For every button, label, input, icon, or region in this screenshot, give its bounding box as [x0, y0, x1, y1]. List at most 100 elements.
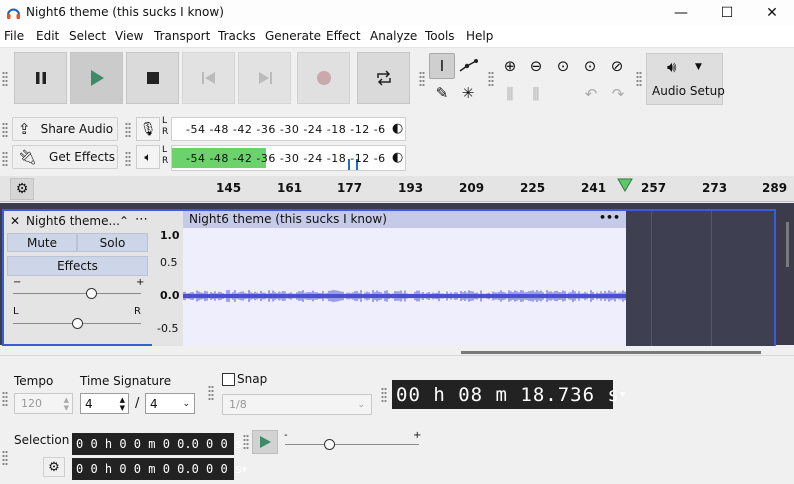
menu-file[interactable]: File	[4, 29, 24, 43]
play-at-speed-button[interactable]	[252, 430, 278, 454]
play-meter-clip-icon: ◐	[392, 150, 404, 165]
audio-setup-grip[interactable]	[636, 71, 642, 87]
timeline-ruler[interactable]	[0, 176, 794, 202]
menu-effect[interactable]: Effect	[326, 29, 361, 43]
playback-speed-knob[interactable]	[324, 439, 335, 450]
menu-edit[interactable]: Edit	[36, 29, 59, 43]
effects-button[interactable]: Effects	[7, 256, 148, 276]
track-menu-button[interactable]: ⋯	[135, 212, 148, 227]
selection-start-time[interactable]: 0 0 h 0 0 m 0 0.0 0 0 s ▼	[72, 433, 247, 455]
envelope-tool[interactable]	[455, 53, 481, 79]
microphone-icon: 🎙︎	[139, 121, 157, 137]
play-meter-grip[interactable]	[125, 151, 131, 167]
maximize-button[interactable]: ☐	[704, 0, 750, 25]
skip-start-icon	[201, 72, 215, 84]
record-meter-button[interactable]: 🎙︎	[136, 117, 160, 141]
loop-button[interactable]	[357, 52, 410, 104]
time-display[interactable]: 00 h 08 m 18.736 s ▼	[392, 380, 625, 409]
fit-selection-button[interactable]: ⊙	[550, 53, 576, 79]
play-speed-grip[interactable]	[243, 434, 249, 450]
get-effects-label: Get Effects	[49, 150, 116, 164]
selection-end-time[interactable]: 0 0 h 0 0 m 0 0.0 0 0 s ▼	[72, 458, 247, 480]
dropdown-arrow-icon[interactable]: ▼	[242, 465, 247, 474]
share-grip[interactable]	[2, 122, 8, 138]
vertical-scrollbar[interactable]	[786, 222, 789, 267]
draw-tool[interactable]: ✎	[429, 80, 455, 106]
redo-button[interactable]: ↷	[605, 81, 631, 107]
effects-grip[interactable]	[2, 151, 8, 167]
track-name[interactable]: Night6 theme...	[26, 214, 120, 228]
empty-track-area[interactable]	[626, 211, 774, 346]
vertical-amplitude-ruler[interactable]: 1.0 0.5 0.0 -0.5	[152, 211, 183, 346]
solo-button[interactable]: Solo	[77, 233, 148, 252]
playback-meter[interactable]: -54 -48 -42 -36 -30 -24 -18 -12 -6 ◐	[171, 145, 406, 171]
toolbar-grip[interactable]	[2, 71, 8, 87]
gain-slider-track[interactable]	[13, 293, 141, 294]
selection-grip[interactable]	[2, 450, 8, 466]
close-track-button[interactable]: ✕	[10, 214, 20, 228]
time-grip[interactable]	[381, 387, 387, 403]
fit-project-button[interactable]: ⊙	[577, 53, 603, 79]
menu-tools[interactable]: Tools	[425, 29, 455, 43]
time-format-dropdown-icon[interactable]: ▼	[620, 390, 626, 400]
tools-grip[interactable]	[419, 71, 425, 87]
silence-button[interactable]: ⫼	[523, 81, 549, 107]
horizontal-scrollbar[interactable]	[461, 351, 761, 354]
pan-slider-knob[interactable]	[72, 318, 83, 329]
audio-setup-button[interactable]: 🔊︎ ▼ Audio Setup	[646, 53, 725, 105]
snap-checkbox[interactable]	[222, 373, 235, 386]
silence-audio-icon: ⫼	[532, 85, 540, 103]
skip-start-button[interactable]	[182, 52, 235, 104]
collapse-track-button[interactable]: ⌃	[119, 214, 129, 228]
trim-button[interactable]: ⫼	[497, 81, 523, 107]
menu-select[interactable]: Select	[69, 29, 106, 43]
timesig-grip[interactable]	[2, 391, 8, 407]
audio-clip[interactable]	[183, 211, 626, 346]
record-icon	[316, 71, 331, 85]
rec-meter-grip[interactable]	[125, 122, 131, 138]
timesig-denominator-select[interactable]: 4 ⌄	[145, 393, 195, 414]
stop-button[interactable]	[126, 52, 179, 104]
playhead-marker-icon[interactable]	[617, 178, 633, 192]
clip-menu-button[interactable]: •••	[599, 211, 620, 224]
edit-grip[interactable]	[488, 71, 494, 87]
beat-gridline	[651, 211, 652, 346]
zoom-in-button[interactable]: ⊕	[497, 53, 523, 79]
timeline-settings-button[interactable]: ⚙	[10, 178, 34, 200]
record-meter[interactable]: -54 -48 -42 -36 -30 -24 -18 -12 -6 ◐	[171, 117, 406, 141]
record-button[interactable]	[297, 52, 350, 104]
gain-slider-knob[interactable]	[86, 288, 97, 299]
clip-header[interactable]: Night6 theme (this sucks I know) •••	[183, 211, 626, 228]
selection-tool[interactable]: I	[429, 53, 455, 79]
get-effects-button[interactable]: 🔌︎ Get Effects	[12, 145, 118, 169]
undo-button[interactable]: ↶	[578, 81, 604, 107]
playback-meter-button[interactable]: 🔈︎	[136, 145, 160, 169]
skip-end-icon	[258, 72, 272, 84]
menu-transport[interactable]: Transport	[154, 29, 210, 43]
share-audio-button[interactable]: ⇪ Share Audio	[12, 117, 118, 141]
selection-settings-button[interactable]: ⚙	[43, 457, 65, 477]
minimize-button[interactable]: —	[658, 0, 704, 25]
zoom-out-button[interactable]: ⊖	[523, 53, 549, 79]
snap-grip[interactable]	[208, 385, 214, 401]
menu-generate[interactable]: Generate	[265, 29, 321, 43]
snap-label[interactable]: Snap	[237, 372, 267, 386]
multi-tool[interactable]: ✳	[455, 80, 481, 106]
play-button[interactable]	[70, 52, 123, 104]
menu-tracks[interactable]: Tracks	[218, 29, 256, 43]
pause-button[interactable]	[14, 52, 67, 104]
close-button[interactable]: ✕	[749, 0, 794, 25]
zoom-toggle-button[interactable]: ⊘	[604, 53, 630, 79]
rec-meter-lr: L R	[162, 116, 169, 137]
mute-button[interactable]: Mute	[7, 233, 77, 252]
playback-speed-slider-track[interactable]	[285, 444, 419, 445]
timesig-numerator-field[interactable]: 4 ▲ ▼	[80, 393, 129, 414]
tempo-field[interactable]: 120 ▲ ▼	[14, 393, 73, 414]
snap-select[interactable]: 1/8 ⌄	[222, 394, 372, 415]
gain-plus-label: +	[136, 277, 145, 288]
menu-view[interactable]: View	[115, 29, 143, 43]
menu-analyze[interactable]: Analyze	[370, 29, 417, 43]
menu-help[interactable]: Help	[466, 29, 493, 43]
timesig-denominator: 4	[150, 396, 158, 411]
skip-end-button[interactable]	[238, 52, 291, 104]
